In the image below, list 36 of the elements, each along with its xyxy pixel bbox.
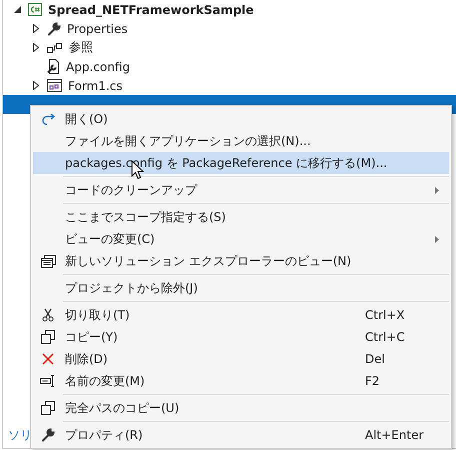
wrench-icon: [41, 428, 55, 442]
copy-icon: [41, 330, 55, 344]
menu-item[interactable]: コードのクリーンアップ: [33, 179, 449, 201]
solution-explorer-link[interactable]: ソリ: [3, 427, 32, 448]
menu-item[interactable]: コピー(Y) Ctrl+C: [33, 326, 449, 348]
form-icon: [47, 79, 62, 92]
expanded-arrow-icon[interactable]: [14, 6, 20, 13]
scissors-icon: [42, 308, 54, 322]
menu-item[interactable]: プロジェクトから除外(J): [33, 277, 449, 299]
menu-item[interactable]: 完全パスのコピー(U): [33, 397, 449, 419]
menu-item[interactable]: ビューの変更(C): [33, 228, 449, 250]
rename-icon: [40, 375, 56, 387]
config-file-icon: [47, 59, 60, 74]
tree-item[interactable]: 参照: [69, 39, 93, 56]
menu-item[interactable]: 新しいソリューション エクスプローラーのビュー(N): [33, 250, 449, 272]
collapsed-arrow-icon[interactable]: [33, 43, 39, 52]
menu-item[interactable]: ここまでスコープ指定する(S): [33, 206, 449, 228]
collapsed-arrow-icon[interactable]: [33, 24, 39, 33]
csharp-project-icon: [28, 3, 42, 16]
redo-arrow-icon: [40, 114, 56, 124]
menu-item[interactable]: 名前の変更(M) F2: [33, 370, 449, 392]
tree-item[interactable]: Spread_NETFrameworkSample: [48, 2, 254, 16]
menu-item[interactable]: ファイルを開くアプリケーションの選択(N)...: [33, 130, 449, 152]
menu-item[interactable]: 開く(O): [33, 108, 449, 130]
collapsed-arrow-icon[interactable]: [33, 81, 39, 90]
menu-item[interactable]: 切り取り(T) Ctrl+X: [33, 304, 449, 326]
delete-icon: [42, 353, 54, 365]
references-icon: [47, 42, 63, 54]
tree-item[interactable]: App.config: [66, 60, 130, 74]
window-list-icon: [40, 254, 56, 268]
tree-item[interactable]: Properties: [67, 22, 128, 36]
menu-item[interactable]: プロパティ(R) Alt+Enter: [33, 424, 449, 446]
menu-item[interactable]: 削除(D) Del: [33, 348, 449, 370]
wrench-icon: [47, 22, 61, 36]
copy-icon: [41, 401, 55, 415]
tree-item[interactable]: Form1.cs: [68, 78, 123, 92]
